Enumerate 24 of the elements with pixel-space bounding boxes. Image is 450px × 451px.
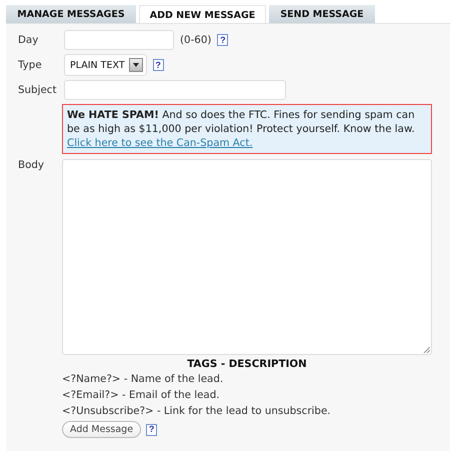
type-dropdown[interactable]: PLAIN TEXT <box>64 54 147 76</box>
tab[interactable]: ADD NEW MESSAGE <box>139 5 266 23</box>
caret-icon <box>128 58 143 72</box>
help-button[interactable]: ? <box>217 34 228 46</box>
subject-field[interactable] <box>64 80 286 100</box>
field-label: Body <box>18 159 45 173</box>
spam-notice: We HATE SPAM! And so does the FTC. Fines for sending spam can be as high as $11,000 per violation! Protect yourself. Know the law. Click here to see the Can-Spam Act. <box>62 104 432 154</box>
field-label: Subject <box>18 84 58 96</box>
day-field[interactable] <box>64 30 174 50</box>
help-button[interactable]: ? <box>152 59 164 71</box>
tab[interactable]: SEND MESSAGE <box>269 5 375 23</box>
add-message-button[interactable]: Add Message <box>62 421 142 438</box>
tab[interactable]: MANAGE MESSAGES <box>6 5 136 23</box>
tag-description: <?Name?> - Name of the lead. <box>62 372 224 387</box>
body-textarea[interactable] <box>62 159 432 355</box>
field-label: Type <box>18 59 43 71</box>
tags-heading: TAGS - DESCRIPTION <box>186 358 308 370</box>
can-spam-link[interactable]: Click here to see the Can-Spam Act. <box>67 137 253 149</box>
field-label: Day <box>18 34 40 46</box>
tag-description: <?Unsubscribe?> - Link for the lead to unsubscribe. <box>62 404 332 419</box>
range-hint: (0-60) <box>180 34 212 46</box>
help-button[interactable]: ? <box>146 424 158 436</box>
resize-grip-icon <box>423 346 430 353</box>
tag-description: <?Email?> - Email of the lead. <box>62 388 221 403</box>
